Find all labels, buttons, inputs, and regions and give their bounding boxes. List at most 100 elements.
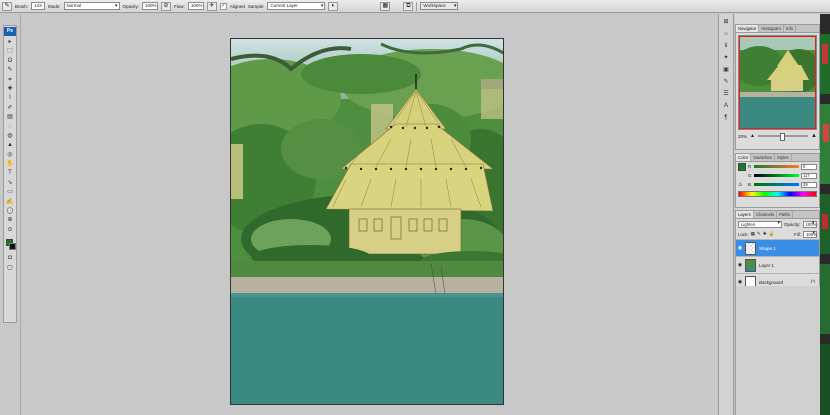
tool-icon[interactable]: ⌗ — [4, 76, 16, 85]
tool-icon[interactable]: ✐ — [4, 104, 16, 113]
panel-empty-area — [735, 286, 820, 415]
photoshop-logo: Ps — [4, 27, 16, 36]
dock-panel-icon[interactable]: ✦ — [721, 54, 731, 62]
tab-histogram[interactable]: Histogram — [759, 25, 784, 32]
screen-mode-icon[interactable]: ▢ — [4, 264, 16, 273]
gamut-warning-icon[interactable]: ⚠ — [738, 182, 746, 188]
zoom-out-icon[interactable]: ▲ — [750, 133, 755, 139]
color-foreground-chip[interactable] — [738, 162, 746, 171]
layer-opacity-field[interactable]: 100% — [802, 220, 817, 228]
dock-panel-icon[interactable]: ✎ — [721, 78, 731, 86]
tab-channels[interactable]: Channels — [754, 211, 778, 218]
tab-color[interactable]: Color — [736, 154, 752, 161]
tool-icon[interactable]: ⊕ — [4, 216, 16, 225]
flow-field[interactable]: 100% — [187, 2, 204, 10]
tool-icon[interactable]: ◯ — [4, 207, 16, 216]
layer-row-shape-1[interactable]: ◉ Shape 1 — [736, 239, 819, 256]
airbrush-icon[interactable]: ✈ — [206, 1, 217, 11]
dock-panel-icon[interactable]: ℹ — [721, 42, 731, 50]
tab-info[interactable]: Info — [784, 25, 797, 32]
tool-icon[interactable]: ✍ — [4, 198, 16, 207]
background-color-swatch[interactable] — [9, 243, 16, 251]
tab-paths[interactable]: Paths — [777, 211, 794, 218]
zoom-in-icon[interactable]: ▲ — [811, 133, 817, 139]
dock-panel-icon[interactable]: ☰ — [721, 90, 731, 98]
lock-image-icon[interactable]: ✎ — [757, 231, 761, 237]
workspace-menu[interactable]: Workspace — [420, 2, 459, 10]
lock-position-icon[interactable]: ✚ — [763, 231, 767, 237]
dock-panel-icon[interactable]: ¶ — [721, 114, 731, 122]
brush-size-picker[interactable]: 143 — [31, 2, 46, 10]
brushes-palette-icon[interactable]: ▦ — [380, 1, 391, 11]
tool-icon[interactable]: ➘ — [4, 179, 16, 188]
quick-mask-icon[interactable]: ◘ — [4, 254, 16, 263]
document-canvas[interactable] — [230, 38, 504, 405]
layers-tabs: Layers Channels Paths — [736, 211, 819, 219]
zoom-slider[interactable] — [757, 133, 809, 141]
blue-slider[interactable] — [754, 183, 799, 186]
tool-icon[interactable]: ✎ — [4, 66, 16, 75]
mode-label: Mode: — [48, 3, 61, 9]
mode-select[interactable]: Normal — [63, 2, 120, 10]
tool-preset-icon[interactable]: ✎ — [2, 1, 12, 11]
layers-lock-row: Lock: ▦ ✎ ✚ 🔒 Fill: 100% — [736, 229, 819, 239]
options-separator — [416, 1, 418, 11]
blue-value[interactable]: 29 — [801, 181, 817, 188]
tool-icon[interactable]: ⬚ — [4, 47, 16, 56]
channel-letter-g: G — [748, 173, 752, 178]
tool-icon[interactable]: ʘ — [4, 57, 16, 66]
navigator-thumbnail[interactable] — [738, 35, 817, 130]
clone-source-icon[interactable]: ⧉ — [403, 1, 414, 11]
color-tabs: Color Swatches Styles — [736, 154, 819, 162]
ignore-adjustment-icon[interactable]: ◐ — [328, 1, 339, 11]
tab-navigator[interactable]: Navigator — [736, 25, 760, 32]
tab-layers[interactable]: Layers — [736, 211, 754, 218]
tab-styles[interactable]: Styles — [775, 154, 792, 161]
visibility-eye-icon[interactable]: ◉ — [736, 279, 744, 285]
layer-thumbnail — [745, 241, 756, 255]
tool-icon[interactable]: ◌ — [4, 123, 16, 132]
tool-icon[interactable]: ✋ — [4, 160, 16, 169]
dock-panel-icon[interactable]: ⌂ — [721, 30, 731, 38]
layer-lock-icon: ⊓ — [811, 279, 815, 285]
red-slider[interactable] — [754, 165, 799, 168]
color-row-green: G 117 — [736, 171, 819, 180]
navigator-tabs: Navigator Histogram Info — [736, 25, 819, 33]
tool-icon[interactable]: ✚ — [4, 85, 16, 94]
color-spectrum-bar[interactable] — [738, 191, 817, 197]
green-value[interactable]: 117 — [801, 172, 817, 179]
color-row-blue: ⚠ B 29 — [736, 180, 819, 189]
green-slider[interactable] — [754, 174, 799, 177]
lock-all-icon[interactable]: 🔒 — [769, 231, 775, 237]
tool-icon[interactable]: ⊙ — [4, 226, 16, 235]
visibility-eye-icon[interactable]: ◉ — [736, 245, 744, 251]
visibility-eye-icon[interactable]: ◉ — [736, 262, 744, 268]
tool-icon[interactable]: ▲ — [4, 141, 16, 150]
tab-swatches[interactable]: Swatches — [751, 154, 775, 161]
red-value[interactable]: 0 — [801, 163, 817, 170]
layer-name: Background — [759, 279, 784, 285]
dock-panel-icon[interactable]: Ａ — [721, 102, 731, 110]
sample-select[interactable]: Current Layer — [267, 2, 326, 10]
dock-panel-icon[interactable]: ▣ — [721, 66, 731, 74]
tool-icon[interactable]: ▸ — [4, 38, 16, 47]
tool-icon[interactable]: ⌇ — [4, 94, 16, 103]
flow-label: Flow: — [174, 3, 185, 9]
desktop-background-art — [820, 14, 830, 415]
aligned-label: Aligned — [229, 3, 245, 9]
opacity-pen-icon[interactable]: ⊘ — [161, 1, 172, 11]
aligned-checkbox[interactable]: ✓ — [219, 2, 227, 10]
zoom-value[interactable]: 20% — [738, 134, 747, 139]
blend-mode-select[interactable]: Lighten — [738, 220, 782, 228]
tool-icon[interactable]: ◎ — [4, 151, 16, 160]
lock-transparent-icon[interactable]: ▦ — [751, 231, 755, 237]
fill-field[interactable]: 100% — [803, 230, 817, 238]
opacity-field[interactable]: 100% — [142, 2, 159, 10]
tool-icon[interactable]: ◍ — [4, 132, 16, 141]
layer-row-layer-1[interactable]: ◉ Layer 1 — [736, 256, 819, 273]
dock-panel-icon[interactable]: ⊞ — [721, 18, 731, 26]
tool-icon[interactable]: ▤ — [4, 113, 16, 122]
navigator-view-box[interactable] — [739, 36, 816, 129]
tool-icon[interactable]: ▭ — [4, 188, 16, 197]
tool-icon[interactable]: T — [4, 169, 16, 178]
